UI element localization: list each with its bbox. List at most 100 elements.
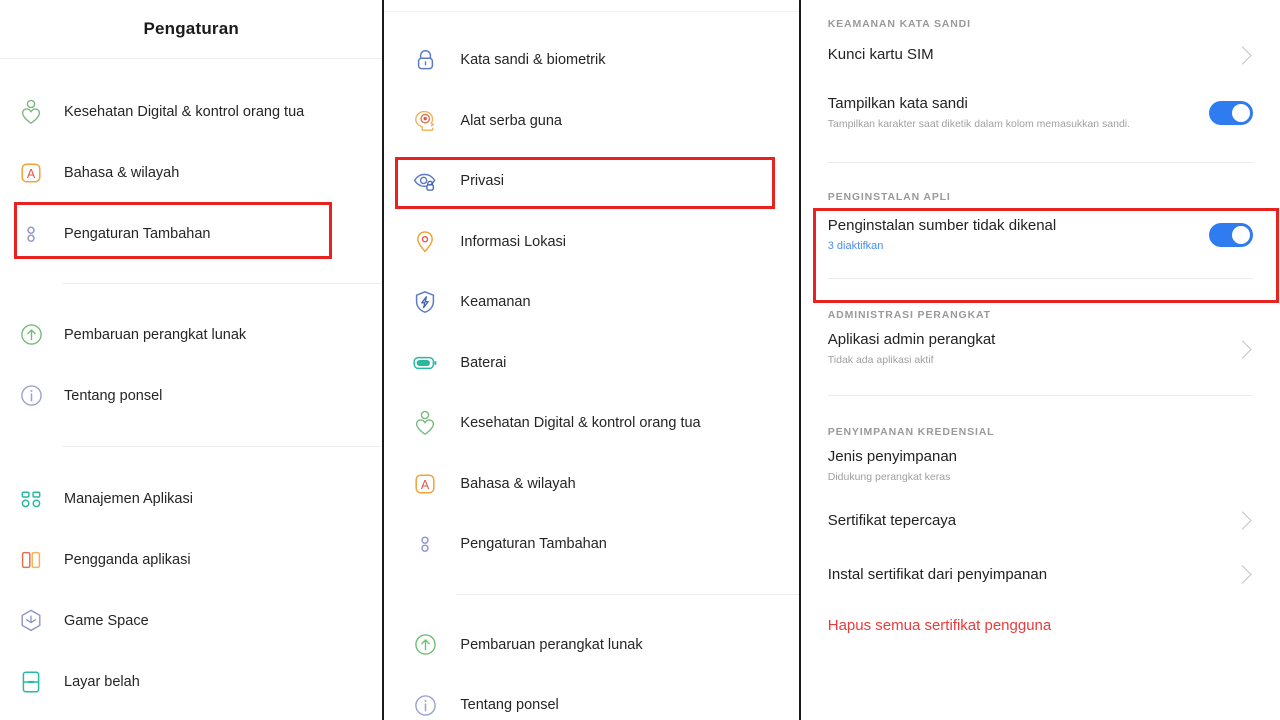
sidebar-item-about-phone[interactable]: Tentang ponsel xyxy=(0,365,382,426)
location-pin-icon xyxy=(410,227,440,257)
sidebar-item-app-management[interactable]: Manajemen Aplikasi xyxy=(0,468,382,529)
privacy-detail-panel: KEAMANAN KATA SANDI Kunci kartu SIM Peng… xyxy=(801,0,1280,720)
divider xyxy=(384,11,798,12)
row-title: Sertifikat tepercaya xyxy=(828,511,956,531)
row-title: Aplikasi admin perangkat xyxy=(828,330,996,350)
row-title: Kunci kartu SIM xyxy=(828,45,934,65)
row-title: Penginstalan sumber tidak dikenal xyxy=(828,216,1056,236)
chevron-right-icon xyxy=(1233,46,1251,64)
list-item-digital-wellbeing[interactable]: Kesehatan Digital & kontrol orang tua xyxy=(384,393,798,454)
list-item-label: Pembaruan perangkat lunak xyxy=(460,637,642,653)
sidebar-item-digital-wellbeing[interactable]: Kesehatan Digital & kontrol orang tua xyxy=(0,81,382,142)
section-header-password-security: KEAMANAN KATA SANDI xyxy=(801,10,1280,30)
section-header-credential-storage: PENYIMPANAN KREDENSIAL xyxy=(801,418,1280,438)
sidebar-item-label: Pembaruan perangkat lunak xyxy=(64,327,246,343)
toggle-unknown-sources[interactable] xyxy=(1209,223,1253,247)
sidebar-item-label: Manajemen Aplikasi xyxy=(64,491,193,507)
list-item-label: Privasi xyxy=(460,173,504,189)
app-cloner-icon xyxy=(16,545,46,575)
security-shield-icon xyxy=(410,287,440,317)
row-sim-card-lock[interactable]: Kunci kartu SIM xyxy=(801,30,1280,80)
sidebar-item-app-cloner[interactable]: Pengganda aplikasi xyxy=(0,529,382,590)
sidebar-item-label: Bahasa & wilayah xyxy=(64,165,179,181)
sidebar-item-label: Kesehatan Digital & kontrol orang tua xyxy=(64,104,304,120)
additional-settings-panel: Kata sandi & biometrik Alat serba guna xyxy=(384,0,798,720)
software-update-icon xyxy=(16,320,46,350)
list-item-language[interactable]: A Bahasa & wilayah xyxy=(384,454,798,515)
about-phone-icon xyxy=(410,690,440,720)
toggle-knob xyxy=(1232,104,1250,122)
settings-panel: Pengaturan Kesehatan Digital & kontrol o… xyxy=(0,0,382,720)
sidebar-item-language[interactable]: A Bahasa & wilayah xyxy=(0,142,382,203)
sidebar-item-label: Game Space xyxy=(64,613,149,629)
section-header-app-installation: PENGINSTALAN APLI xyxy=(801,183,1280,203)
section-header-device-administration: ADMINISTRASI PERANGKAT xyxy=(801,301,1280,321)
svg-text:A: A xyxy=(27,167,36,181)
row-title: Tampilkan kata sandi xyxy=(828,94,1130,114)
row-title: Jenis penyimpanan xyxy=(828,447,957,467)
language-icon: A xyxy=(16,158,46,188)
toggle-show-password[interactable] xyxy=(1209,101,1253,125)
row-show-password[interactable]: Penginstalan sumber tidak dikenal Tampil… xyxy=(801,80,1280,146)
page-title: Pengaturan xyxy=(0,0,382,58)
list-item-battery[interactable]: Baterai xyxy=(384,333,798,394)
svg-text:A: A xyxy=(421,478,430,492)
digital-wellbeing-icon xyxy=(410,408,440,438)
battery-icon xyxy=(410,348,440,378)
sidebar-item-label: Pengaturan Tambahan xyxy=(64,226,210,242)
split-screen-icon xyxy=(16,667,46,697)
list-item-password-biometrics[interactable]: Kata sandi & biometrik xyxy=(384,30,798,91)
list-item-label: Tentang ponsel xyxy=(460,697,558,713)
software-update-icon xyxy=(410,630,440,660)
sidebar-item-additional-settings[interactable]: Pengaturan Tambahan xyxy=(0,203,382,264)
list-item-label: Kesehatan Digital & kontrol orang tua xyxy=(460,415,700,431)
row-title: Hapus semua sertifikat pengguna xyxy=(828,616,1051,636)
row-install-certificate[interactable]: Instal sertifikat dari penyimpanan xyxy=(801,547,1280,602)
list-item-label: Bahasa & wilayah xyxy=(460,476,575,492)
list-item-label: Pengaturan Tambahan xyxy=(460,536,606,552)
sidebar-item-label: Tentang ponsel xyxy=(64,388,162,404)
row-trusted-certificates[interactable]: Sertifikat tepercaya xyxy=(801,494,1280,547)
row-subtitle-link[interactable]: 3 diaktifkan xyxy=(828,238,1056,254)
convenience-tools-icon xyxy=(410,106,440,136)
list-item-additional-settings[interactable]: Pengaturan Tambahan xyxy=(384,514,798,575)
row-device-admin-apps[interactable]: Aplikasi admin perangkat Tidak ada aplik… xyxy=(801,321,1280,377)
lock-icon xyxy=(410,45,440,75)
list-item-location-info[interactable]: Informasi Lokasi xyxy=(384,212,798,273)
sidebar-item-label: Pengganda aplikasi xyxy=(64,552,191,568)
sidebar-item-game-space[interactable]: Game Space xyxy=(0,590,382,651)
sidebar-item-split-screen[interactable]: Layar belah xyxy=(0,651,382,712)
row-clear-user-certificates[interactable]: Hapus semua sertifikat pengguna xyxy=(801,602,1280,650)
list-item-security[interactable]: Keamanan xyxy=(384,272,798,333)
sidebar-item-label: Layar belah xyxy=(64,674,140,690)
list-item-software-update[interactable]: Pembaruan perangkat lunak xyxy=(384,615,798,676)
chevron-right-icon xyxy=(1233,340,1251,358)
privacy-eye-icon xyxy=(410,166,440,196)
list-item-convenience-tools[interactable]: Alat serba guna xyxy=(384,91,798,152)
list-item-label: Kata sandi & biometrik xyxy=(460,52,605,68)
digital-wellbeing-icon xyxy=(16,97,46,127)
row-subtitle: Tidak ada aplikasi aktif xyxy=(828,352,996,368)
list-item-label: Keamanan xyxy=(460,294,530,310)
row-storage-type[interactable]: Jenis penyimpanan Didukung perangkat ker… xyxy=(801,438,1280,494)
chevron-right-icon xyxy=(1233,511,1251,529)
three-panel-screenshot: Pengaturan Kesehatan Digital & kontrol o… xyxy=(0,0,1280,720)
list-item-label: Alat serba guna xyxy=(460,113,562,129)
row-subtitle: Didukung perangkat keras xyxy=(828,469,957,485)
additional-settings-icon xyxy=(16,219,46,249)
row-unknown-sources-install[interactable]: Penginstalan sumber tidak dikenal 3 diak… xyxy=(801,203,1280,267)
app-management-icon xyxy=(16,484,46,514)
game-space-icon xyxy=(16,606,46,636)
list-item-label: Baterai xyxy=(460,355,506,371)
chevron-right-icon xyxy=(1233,565,1251,583)
row-title: Instal sertifikat dari penyimpanan xyxy=(828,565,1047,585)
about-phone-icon xyxy=(16,381,46,411)
sidebar-item-software-update[interactable]: Pembaruan perangkat lunak xyxy=(0,304,382,365)
additional-settings-icon xyxy=(410,529,440,559)
list-item-privacy[interactable]: Privasi xyxy=(384,151,798,212)
list-item-about-phone[interactable]: Tentang ponsel xyxy=(384,675,798,720)
language-icon: A xyxy=(410,469,440,499)
row-subtitle: Tampilkan karakter saat diketik dalam ko… xyxy=(828,116,1130,132)
list-item-label: Informasi Lokasi xyxy=(460,234,566,250)
toggle-knob xyxy=(1232,226,1250,244)
